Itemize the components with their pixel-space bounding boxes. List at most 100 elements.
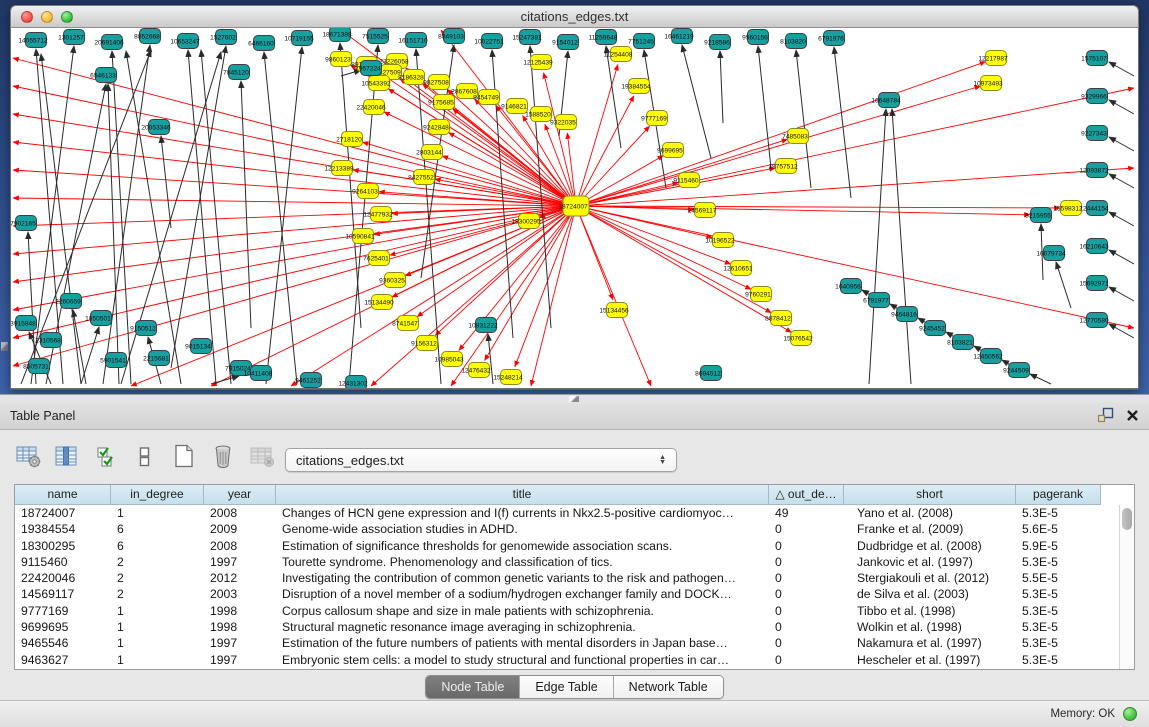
graph-edge[interactable] <box>576 206 1134 328</box>
graph-edge[interactable] <box>576 206 771 313</box>
graph-edge[interactable] <box>1109 212 1134 226</box>
table-vertical-scrollbar[interactable] <box>1119 505 1134 670</box>
graph-edge[interactable] <box>682 45 711 158</box>
graph-node-label: 12610651 <box>723 265 753 272</box>
graph-edge[interactable] <box>796 50 811 188</box>
graph-node-label: 8694512 <box>695 370 721 377</box>
graph-node-label: 20053346 <box>141 124 171 131</box>
graph-edge[interactable] <box>1109 287 1134 301</box>
network-window-title: citations_edges.txt <box>11 9 1138 24</box>
column-header-year[interactable]: year <box>204 485 276 505</box>
table-row[interactable]: 911546021997Tourette syndrome. Phenomeno… <box>15 554 1134 570</box>
graph-edge[interactable] <box>188 50 216 384</box>
column-header-title[interactable]: title <box>276 485 769 505</box>
graph-node-label: 12125439 <box>523 59 553 66</box>
graph-node-label: 1575107 <box>1081 55 1107 62</box>
graph-edge[interactable] <box>869 109 886 384</box>
graph-edge[interactable] <box>1030 374 1051 384</box>
graph-edge[interactable] <box>892 109 911 384</box>
network-canvas-svg: 9860123891295423226058982750981863281054… <box>11 28 1138 388</box>
graph-edge[interactable] <box>81 327 99 384</box>
graph-node-label: 12431302 <box>338 380 368 387</box>
graph-edge[interactable] <box>1109 137 1134 151</box>
graph-node-label: 12450562 <box>973 353 1003 360</box>
graph-edge[interactable] <box>576 86 980 206</box>
graph-edge[interactable] <box>1109 62 1134 76</box>
table-mode-button[interactable] <box>14 443 42 469</box>
table-cell: 9115460 <box>15 554 111 570</box>
delete-table-icon <box>250 445 275 468</box>
graph-node-label: 18757512 <box>768 163 798 170</box>
tab-network-table[interactable]: Network Table <box>614 676 723 698</box>
graph-edge[interactable] <box>576 206 651 386</box>
graph-edge[interactable] <box>485 206 576 361</box>
network-window-titlebar[interactable]: citations_edges.txt <box>10 5 1139 28</box>
table-row[interactable]: 969969511998Structural magnetic resonanc… <box>15 619 1134 635</box>
graph-edge[interactable] <box>161 136 171 228</box>
table-cell: 0 <box>769 538 844 554</box>
graph-edge[interactable] <box>451 206 576 386</box>
memory-status-label: Memory: OK <box>1050 708 1115 720</box>
clear-selection-button[interactable] <box>131 443 159 469</box>
table-cell: 1997 <box>204 554 276 570</box>
show-columns-icon <box>55 445 79 468</box>
table-row[interactable]: 1456911722003Disruption of a novel membe… <box>15 586 1134 602</box>
graph-edge[interactable] <box>1109 174 1134 188</box>
graph-edge[interactable] <box>112 51 131 384</box>
graph-edge[interactable] <box>13 206 576 282</box>
table-row[interactable]: 946554611997Estimation of the future num… <box>15 635 1134 651</box>
table-row[interactable]: 1938455462009Genome-wide association stu… <box>15 521 1134 537</box>
graph-node-label: 10196522 <box>705 237 735 244</box>
graph-node-label: 7485083 <box>782 133 808 140</box>
column-header-short[interactable]: short <box>844 485 1016 505</box>
graph-edge[interactable] <box>834 47 851 198</box>
pane-resize-grip-icon[interactable] <box>1 342 8 351</box>
table-row[interactable]: 946362711997Embryonic stem cells: a mode… <box>15 652 1134 668</box>
graph-edge[interactable] <box>171 46 226 368</box>
graph-node-label: 12477932 <box>363 211 393 218</box>
show-columns-button[interactable] <box>53 443 81 469</box>
table-scrollbar-thumb[interactable] <box>1122 508 1132 530</box>
create-column-button[interactable] <box>170 443 198 469</box>
graph-edge[interactable] <box>449 132 576 206</box>
table-row[interactable]: 1830029562008Estimation of significance … <box>15 538 1134 554</box>
graph-edge[interactable] <box>576 206 613 300</box>
graph-edge[interactable] <box>241 81 251 328</box>
close-panel-button[interactable] <box>1126 409 1139 427</box>
graph-edge[interactable] <box>488 334 493 384</box>
column-header-out_de[interactable]: △ out_de… <box>769 485 844 505</box>
table-cell: Embryonic stem cells: a model to study s… <box>276 652 769 668</box>
table-toolbar: f(x) <box>14 440 315 472</box>
graph-edge[interactable] <box>1056 262 1071 308</box>
column-header-pagerank[interactable]: pagerank <box>1016 485 1101 505</box>
table-select-dropdown[interactable]: citations_edges.txt ▲▼ <box>285 448 677 472</box>
select-all-button[interactable] <box>92 443 120 469</box>
graph-edge[interactable] <box>1109 250 1134 264</box>
delete-columns-button[interactable] <box>209 443 237 469</box>
float-panel-button[interactable] <box>1097 407 1114 428</box>
graph-edge[interactable] <box>264 52 297 384</box>
table-cell: 2008 <box>204 538 276 554</box>
table-row[interactable]: 1872400712008Changes of HCN gene express… <box>15 505 1134 521</box>
tab-node-table[interactable]: Node Table <box>426 676 520 698</box>
graph-edge[interactable] <box>384 112 576 206</box>
network-canvas[interactable]: 9860123891295423226058982750981863281054… <box>10 28 1139 389</box>
graph-edge[interactable] <box>201 50 231 384</box>
graph-edge[interactable] <box>13 206 576 226</box>
graph-edge[interactable] <box>1109 324 1134 338</box>
table-row[interactable]: 2242004622012Investigating the contribut… <box>15 570 1134 586</box>
graph-node-label: 8505731 <box>23 363 49 370</box>
select-all-icon <box>96 445 117 468</box>
graph-edge[interactable] <box>13 206 576 310</box>
graph-edge[interactable] <box>1109 100 1134 114</box>
graph-edge[interactable] <box>720 51 723 123</box>
graph-edge[interactable] <box>435 206 576 336</box>
graph-edge[interactable] <box>515 206 576 367</box>
table-row[interactable]: 977716911998Corpus callosum shape and si… <box>15 603 1134 619</box>
graph-edge[interactable] <box>13 198 576 206</box>
table-cell: 9777169 <box>15 603 111 619</box>
tab-edge-table[interactable]: Edge Table <box>520 676 613 698</box>
column-header-name[interactable]: name <box>15 485 111 505</box>
memory-status-indicator-icon[interactable] <box>1123 707 1137 721</box>
column-header-in_degree[interactable]: in_degree <box>111 485 204 505</box>
